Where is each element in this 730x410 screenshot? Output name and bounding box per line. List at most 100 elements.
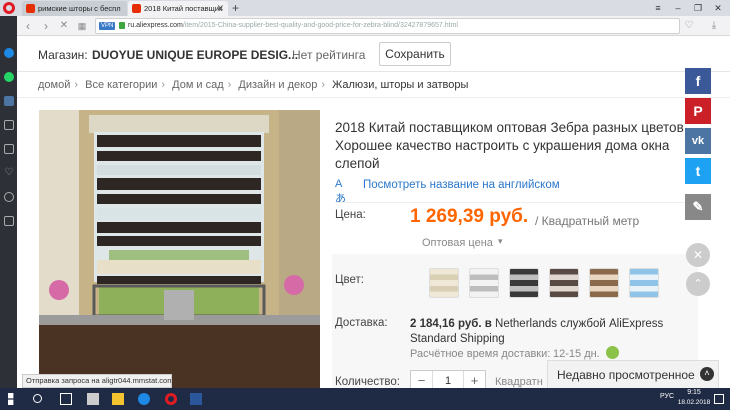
product-title: 2018 Китай поставщиком оптовая Зебра раз…	[335, 120, 684, 171]
price-label: Цена:	[335, 209, 366, 221]
lock-icon	[119, 22, 125, 29]
messenger-icon[interactable]	[4, 48, 14, 58]
color-swatch-brown[interactable]	[549, 268, 579, 298]
color-swatch-black[interactable]	[509, 268, 539, 298]
delivery-info-icon[interactable]	[606, 346, 619, 359]
vpn-badge[interactable]: VPN	[99, 22, 116, 30]
quantity-input[interactable]: 1	[433, 371, 463, 388]
status-bar-text: Отправка запроса на aligtr044.mmstat.com…	[22, 374, 172, 388]
url-path: /item/2015-China-supplier-best-quality-a…	[182, 22, 458, 29]
delivery-in: в	[484, 318, 492, 330]
tab-title: римские шторы с беспл	[38, 4, 121, 13]
breadcrumb-design-decor[interactable]: Дизайн и декор	[238, 79, 317, 91]
product-details: 2018 Китай поставщиком оптовая Зебра раз…	[332, 110, 698, 388]
save-store-button[interactable]: Сохранить	[379, 42, 451, 66]
store-label: Магазин:	[38, 48, 88, 62]
delivery-time-label: Расчётное время доставки:	[410, 348, 551, 360]
minimize-icon[interactable]: –	[668, 0, 688, 16]
product-image[interactable]	[39, 110, 320, 388]
maximize-icon[interactable]: ❐	[688, 0, 708, 16]
quantity-label: Количество:	[335, 376, 400, 388]
divider	[335, 202, 695, 203]
windows-taskbar: РУС 9:15 18.02.2018	[0, 388, 730, 410]
vk-share-icon[interactable]: vk	[685, 128, 711, 154]
download-icon[interactable]: ⤓	[707, 18, 721, 34]
history-clock-icon[interactable]	[4, 192, 14, 202]
breadcrumb-home[interactable]: домой	[38, 79, 70, 91]
recently-viewed-bar[interactable]: Недавно просмотренное ˄	[547, 360, 719, 388]
tab-menu-icon[interactable]: ≡	[648, 0, 668, 16]
file-explorer-icon[interactable]	[112, 393, 124, 405]
chevron-up-icon[interactable]: ˄	[700, 367, 714, 381]
task-view-icon[interactable]	[60, 393, 72, 405]
opera-taskbar-icon[interactable]	[165, 393, 177, 405]
tab-title: 2018 Китай поставщик	[144, 4, 223, 13]
heart-icon[interactable]: ♡	[4, 168, 14, 178]
tab-zebra-blind[interactable]: 2018 Китай поставщик ✕	[128, 1, 228, 16]
whatsapp-icon[interactable]	[4, 72, 14, 82]
back-icon[interactable]: ‹	[21, 18, 35, 34]
close-circle-icon[interactable]: ✕	[686, 243, 710, 267]
quantity-stepper[interactable]: − 1 +	[410, 370, 486, 388]
opera-logo-icon[interactable]	[3, 2, 15, 14]
color-label: Цвет:	[335, 274, 364, 286]
breadcrumb-blinds[interactable]: Жалюзи, шторы и затворы	[332, 79, 468, 91]
delivery-label: Доставка:	[335, 317, 388, 329]
edit-pencil-icon[interactable]: ✎	[685, 194, 711, 220]
word-icon[interactable]	[190, 393, 202, 405]
store-name[interactable]: DUOYUE UNIQUE EUROPE DESIG...	[92, 48, 298, 62]
browser-tab-strip: римские шторы с беспл 2018 Китай поставщ…	[0, 0, 730, 16]
color-swatch-blue[interactable]	[629, 268, 659, 298]
address-bar: ‹ › ✕ ▦ VPN ru.aliexpress.com/item/2015-…	[17, 16, 730, 36]
breadcrumb: домой › Все категории › Дом и сад › Дизайн …	[17, 72, 730, 98]
facebook-share-icon[interactable]: f	[685, 68, 711, 94]
language-indicator[interactable]: РУС	[660, 393, 674, 400]
clock-time[interactable]: 9:15	[677, 389, 711, 396]
wholesale-price-link[interactable]: Оптовая цена	[422, 237, 493, 249]
color-swatch-cream[interactable]	[429, 268, 459, 298]
delivery-service[interactable]: Standard Shipping	[410, 333, 505, 345]
windows-start-icon[interactable]	[8, 393, 14, 405]
edge-icon[interactable]	[138, 393, 150, 405]
product-page: Магазин: DUOYUE UNIQUE EUROPE DESIG... Н…	[17, 36, 730, 388]
quantity-minus-button[interactable]: −	[411, 371, 433, 388]
extensions-icon[interactable]	[4, 216, 14, 226]
url-host: ru.aliexpress.com	[128, 22, 183, 29]
delivery-price: 2 184,16 руб.	[410, 318, 482, 330]
breadcrumb-all-categories[interactable]: Все категории	[85, 79, 157, 91]
store-header: Магазин: DUOYUE UNIQUE EUROPE DESIG... Н…	[17, 36, 730, 72]
pinterest-share-icon[interactable]: P	[685, 98, 711, 124]
stop-loading-icon[interactable]: ✕	[57, 18, 71, 34]
quantity-unit: Квадратн	[495, 376, 543, 388]
favorite-heart-icon[interactable]: ♡	[682, 18, 696, 34]
calculator-icon[interactable]	[87, 393, 99, 405]
price-unit: / Квадратный метр	[535, 214, 640, 228]
camera-icon[interactable]	[4, 120, 14, 130]
store-rating: Нет рейтинга	[292, 48, 366, 62]
tab-roman-blinds[interactable]: римские шторы с беспл	[22, 1, 127, 16]
delivery-destination[interactable]: Netherlands службой AliExpress	[495, 318, 663, 330]
color-swatch-grey[interactable]	[469, 268, 499, 298]
delivery-time: 12-15 дн.	[553, 348, 600, 360]
wholesale-chevron-icon[interactable]: ▾	[498, 236, 503, 247]
quantity-plus-button[interactable]: +	[463, 371, 485, 388]
translate-link[interactable]: Посмотреть название на английском	[363, 179, 560, 191]
scroll-top-icon[interactable]: ⌃	[686, 272, 710, 296]
close-tab-icon[interactable]: ✕	[216, 1, 224, 16]
color-swatch-coffee[interactable]	[589, 268, 619, 298]
opera-sidebar: ♡	[0, 16, 17, 388]
close-window-icon[interactable]: ✕	[708, 0, 728, 16]
speed-dial-icon[interactable]	[4, 144, 14, 154]
clock-date[interactable]: 18.02.2018	[675, 399, 713, 406]
new-tab-button[interactable]: +	[232, 0, 239, 16]
notifications-icon[interactable]	[714, 394, 724, 404]
breadcrumb-home-garden[interactable]: Дом и сад	[172, 79, 224, 91]
twitter-share-icon[interactable]: t	[685, 158, 711, 184]
aliexpress-favicon-icon	[26, 4, 35, 13]
url-input[interactable]: VPN ru.aliexpress.com/item/2015-China-su…	[95, 18, 680, 34]
speed-dial-grid-icon[interactable]: ▦	[75, 18, 89, 34]
forward-icon[interactable]: ›	[39, 18, 53, 34]
search-icon[interactable]	[33, 394, 42, 403]
price-value: 1 269,39 руб.	[410, 206, 529, 227]
vk-icon[interactable]	[4, 96, 14, 106]
